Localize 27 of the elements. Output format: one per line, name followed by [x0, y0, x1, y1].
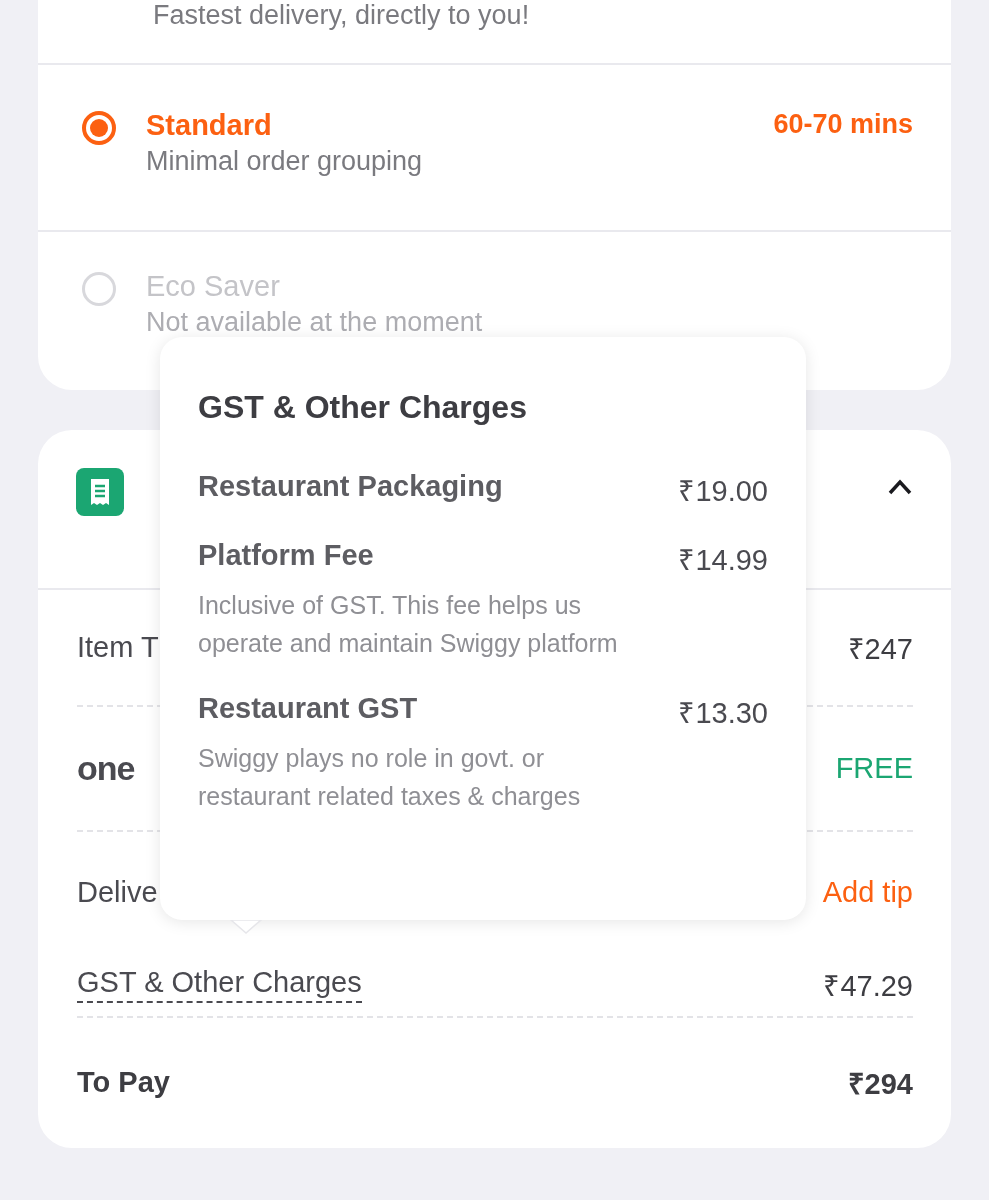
row-label[interactable]: GST & Other Charges [77, 965, 362, 1003]
row-label: Delive [77, 876, 158, 909]
option-subtitle: Minimal order grouping [146, 146, 424, 177]
charge-name: Restaurant GST [198, 692, 418, 726]
option-subtitle: Fastest delivery, directly to you! [153, 2, 530, 29]
total-value: ₹294 [847, 1066, 913, 1102]
option-title: Eco Saver [146, 269, 281, 303]
charge-amount: ₹13.30 [678, 696, 768, 731]
logo: one [77, 749, 135, 788]
delivery-time: 60-70 mins [773, 109, 913, 140]
charge-note: Swiggy plays no role in govt. or restaurant related taxes & charges [198, 743, 582, 812]
charge-name: Restaurant Packaging [198, 470, 503, 504]
charge-amount: ₹19.00 [678, 474, 768, 509]
popover-title: GST & Other Charges [198, 389, 528, 426]
chevron-icon[interactable] [887, 478, 913, 496]
row-value: ₹247 [847, 632, 913, 667]
option-title: Standard [146, 109, 273, 142]
charge-amount: ₹14.99 [678, 543, 768, 578]
charge-note: Inclusive of GST. This fee helps us operate and maintain Swiggy platform [198, 590, 618, 659]
charge-name: Platform Fee [198, 539, 374, 573]
row-value: ₹47.29 [823, 968, 913, 1004]
receipt-icon [76, 468, 124, 516]
radio-button[interactable] [82, 111, 116, 145]
row-label: Item T [77, 631, 159, 664]
option-subtitle: Not available at the moment [146, 306, 484, 338]
total-label: To Pay [77, 1065, 170, 1099]
row-value: FREE [835, 752, 913, 785]
